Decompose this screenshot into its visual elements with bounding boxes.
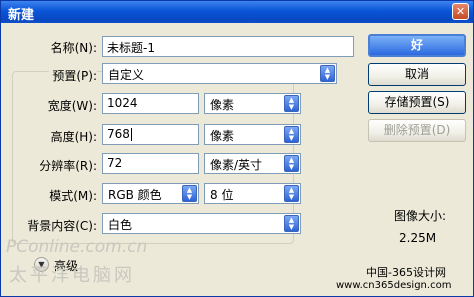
window-title: 新建 — [8, 8, 35, 23]
save-preset-button[interactable]: 存储预置(S) — [368, 91, 466, 114]
new-document-dialog: 新建 ✕ 名称(N): 未标题-1 预置(P): 自定义 ▲ ▼ 宽度(W): 1… — [0, 0, 474, 297]
bit-depth-dropdown-icon[interactable]: ▲ ▼ — [284, 185, 299, 202]
mode-select[interactable]: RGB 颜色 ▲ ▼ — [102, 183, 199, 204]
title-bar[interactable]: 新建 ✕ — [1, 1, 473, 23]
resolution-unit-select[interactable]: 像素/英寸 ▲ ▼ — [204, 153, 301, 174]
background-select-value: 白色 — [108, 218, 133, 232]
width-unit-dropdown-icon[interactable]: ▲ ▼ — [284, 95, 299, 112]
image-size-label: 图像大小: — [394, 209, 447, 223]
resolution-unit-value: 像素/英寸 — [210, 158, 263, 172]
background-dropdown-icon[interactable]: ▲ ▼ — [284, 215, 299, 232]
preset-label: 预置(P): — [49, 67, 97, 84]
height-label: 高度(H): — [50, 130, 97, 144]
close-icon[interactable]: ✕ — [452, 3, 469, 20]
height-input[interactable]: 768 — [102, 124, 199, 145]
height-unit-select[interactable]: 像素 ▲ ▼ — [204, 124, 301, 145]
preset-select[interactable]: 自定义 ▲ ▼ — [102, 63, 337, 84]
image-size-value: 2.25M — [399, 231, 437, 245]
cancel-button[interactable]: 取消 — [368, 63, 466, 86]
resolution-input[interactable]: 72 — [102, 153, 199, 174]
height-input-value: 768 — [107, 127, 130, 141]
resolution-unit-dropdown-icon[interactable]: ▲ ▼ — [284, 155, 299, 172]
width-unit-select[interactable]: 像素 ▲ ▼ — [204, 93, 301, 114]
preset-select-value: 自定义 — [108, 68, 145, 82]
background-label: 背景内容(C): — [27, 219, 97, 233]
width-input[interactable]: 1024 — [102, 93, 199, 114]
mode-dropdown-icon[interactable]: ▲ ▼ — [182, 185, 197, 202]
width-label: 宽度(W): — [47, 99, 97, 113]
mode-select-value: RGB 颜色 — [108, 188, 162, 202]
width-unit-value: 像素 — [210, 98, 235, 112]
text-caret — [130, 128, 132, 141]
cn365-watermark: 中国-365设计网 — [366, 266, 446, 279]
height-unit-dropdown-icon[interactable]: ▲ ▼ — [284, 126, 299, 143]
bit-depth-value: 8 位 — [210, 188, 234, 202]
pconline-cn-watermark: 太平洋电脑网 — [9, 265, 135, 286]
pconline-watermark: PConline.com.cn — [6, 237, 148, 257]
name-label: 名称(N): — [50, 41, 97, 55]
background-select[interactable]: 白色 ▲ ▼ — [102, 213, 301, 234]
height-unit-value: 像素 — [210, 129, 235, 143]
preset-dropdown-icon[interactable]: ▲ ▼ — [320, 65, 335, 82]
mode-label: 模式(M): — [49, 189, 97, 203]
ok-button[interactable]: 好 — [368, 34, 466, 57]
cn365-url-watermark: www.cn365design.com — [336, 280, 452, 291]
name-input[interactable]: 未标题-1 — [102, 36, 354, 57]
delete-preset-button: 删除预置(D) — [368, 119, 466, 142]
bit-depth-select[interactable]: 8 位 ▲ ▼ — [204, 183, 301, 204]
resolution-label: 分辨率(R): — [39, 159, 97, 173]
